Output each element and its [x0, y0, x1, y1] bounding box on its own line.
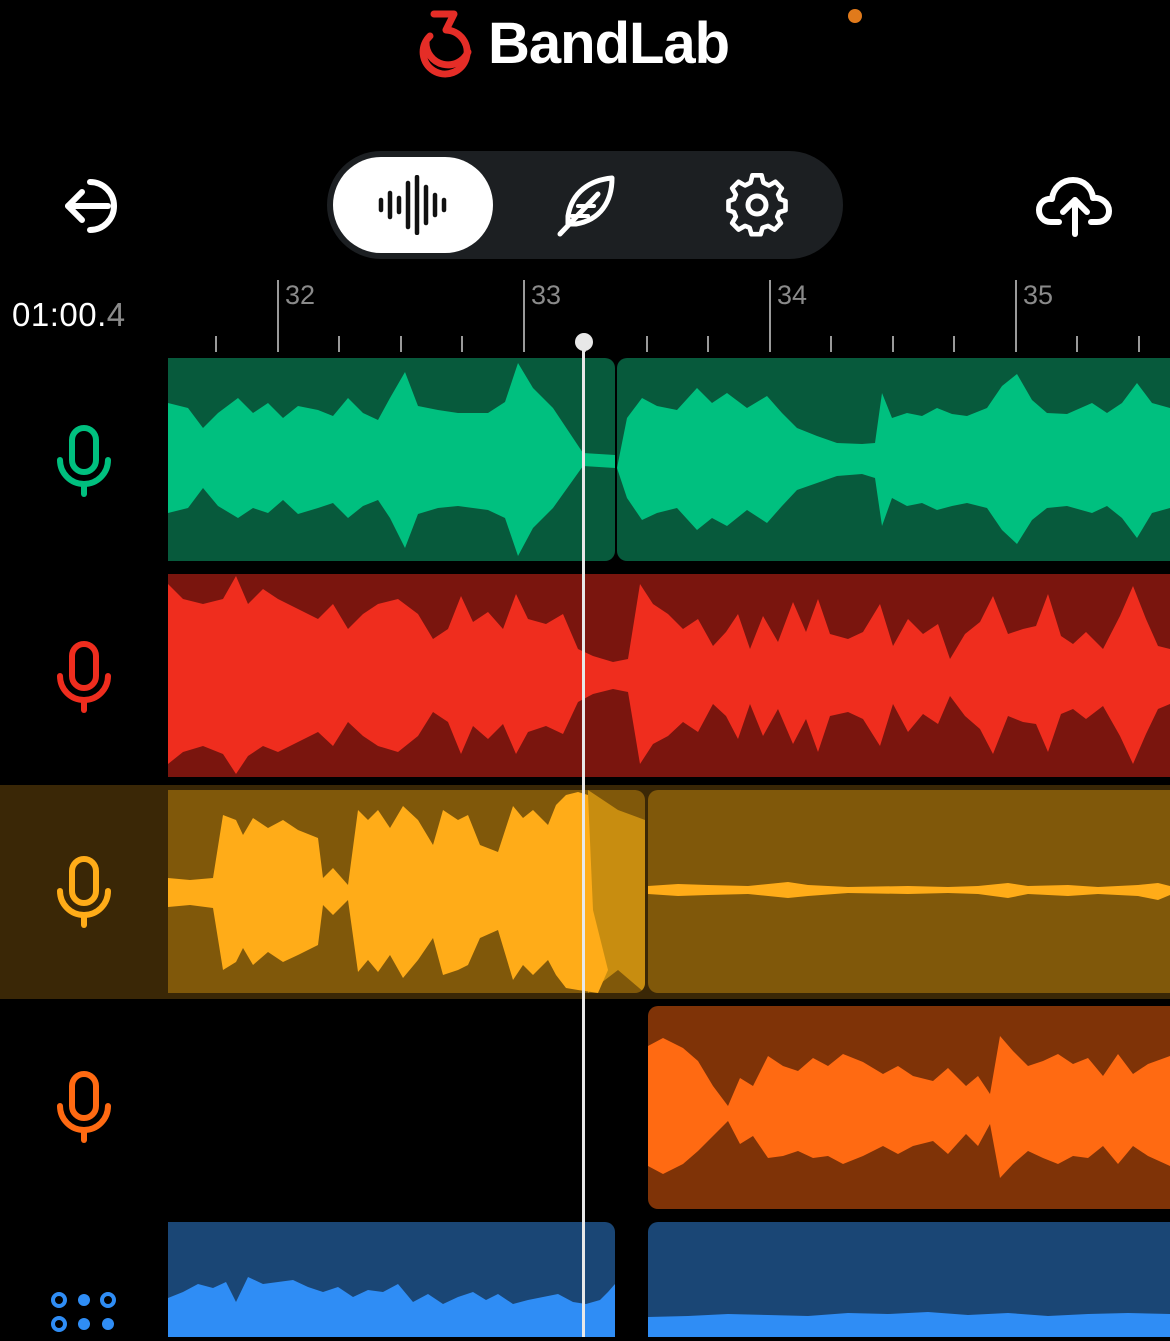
- waveform-mode-tab[interactable]: [333, 157, 493, 253]
- waveform-icon: [378, 175, 447, 235]
- upload-button[interactable]: [1035, 170, 1115, 240]
- exit-left-icon: [65, 179, 117, 233]
- waveform: [168, 790, 645, 993]
- notification-dot: [848, 9, 862, 23]
- bandlab-logo-icon: [419, 10, 472, 78]
- track-4-mic-button[interactable]: [50, 1068, 118, 1148]
- track-5-clip-2[interactable]: [648, 1222, 1170, 1337]
- playhead-time: 01:00.4: [12, 296, 126, 334]
- microphone-icon: [57, 641, 111, 713]
- playhead-handle[interactable]: [575, 333, 593, 351]
- bar-label: 35: [1023, 280, 1053, 310]
- track-1-mic-button[interactable]: [50, 422, 118, 502]
- cloud-upload-icon: [1036, 177, 1112, 237]
- track-1-clip-1[interactable]: [168, 358, 615, 561]
- bar-label: 33: [531, 280, 561, 310]
- app-name: BandLab: [488, 11, 730, 76]
- track-1-clip-2[interactable]: [617, 358, 1170, 561]
- waveform: [648, 1312, 1170, 1337]
- waveform: [617, 374, 1170, 544]
- track-2-mic-button[interactable]: [50, 638, 118, 718]
- time-main: 01:00.: [12, 296, 107, 333]
- bar-label: 34: [777, 280, 807, 310]
- track-5-clip-1[interactable]: [168, 1222, 615, 1337]
- track-4-clip-1[interactable]: [648, 1006, 1170, 1209]
- feather-icon: [557, 175, 615, 237]
- waveform: [648, 882, 1170, 900]
- timeline-ruler[interactable]: 32 33 34 35: [168, 272, 1170, 356]
- view-mode-switch: [327, 151, 843, 259]
- track-2-clip-1[interactable]: [168, 574, 1170, 777]
- drum-pads-icon: [51, 1292, 116, 1332]
- settings-mode-tab[interactable]: [687, 157, 827, 253]
- waveform: [168, 363, 615, 556]
- track-3-clip-2[interactable]: [648, 790, 1170, 993]
- track-5-beat-button[interactable]: [50, 1286, 118, 1336]
- bandlab-logo: BandLab: [410, 6, 760, 78]
- bar-label: 32: [285, 280, 315, 310]
- microphone-icon: [57, 425, 111, 497]
- waveform: [168, 576, 1170, 774]
- back-button[interactable]: [60, 170, 132, 242]
- effects-mode-tab[interactable]: [517, 157, 657, 253]
- playhead-line[interactable]: [582, 340, 585, 1337]
- microphone-icon: [57, 856, 111, 928]
- gear-icon: [726, 173, 788, 237]
- track-3-clip-1[interactable]: [168, 790, 645, 993]
- time-fraction: 4: [106, 296, 126, 333]
- waveform: [648, 1036, 1170, 1178]
- waveform: [168, 1277, 615, 1337]
- microphone-icon: [57, 1071, 111, 1143]
- track-3-mic-button[interactable]: [50, 853, 118, 933]
